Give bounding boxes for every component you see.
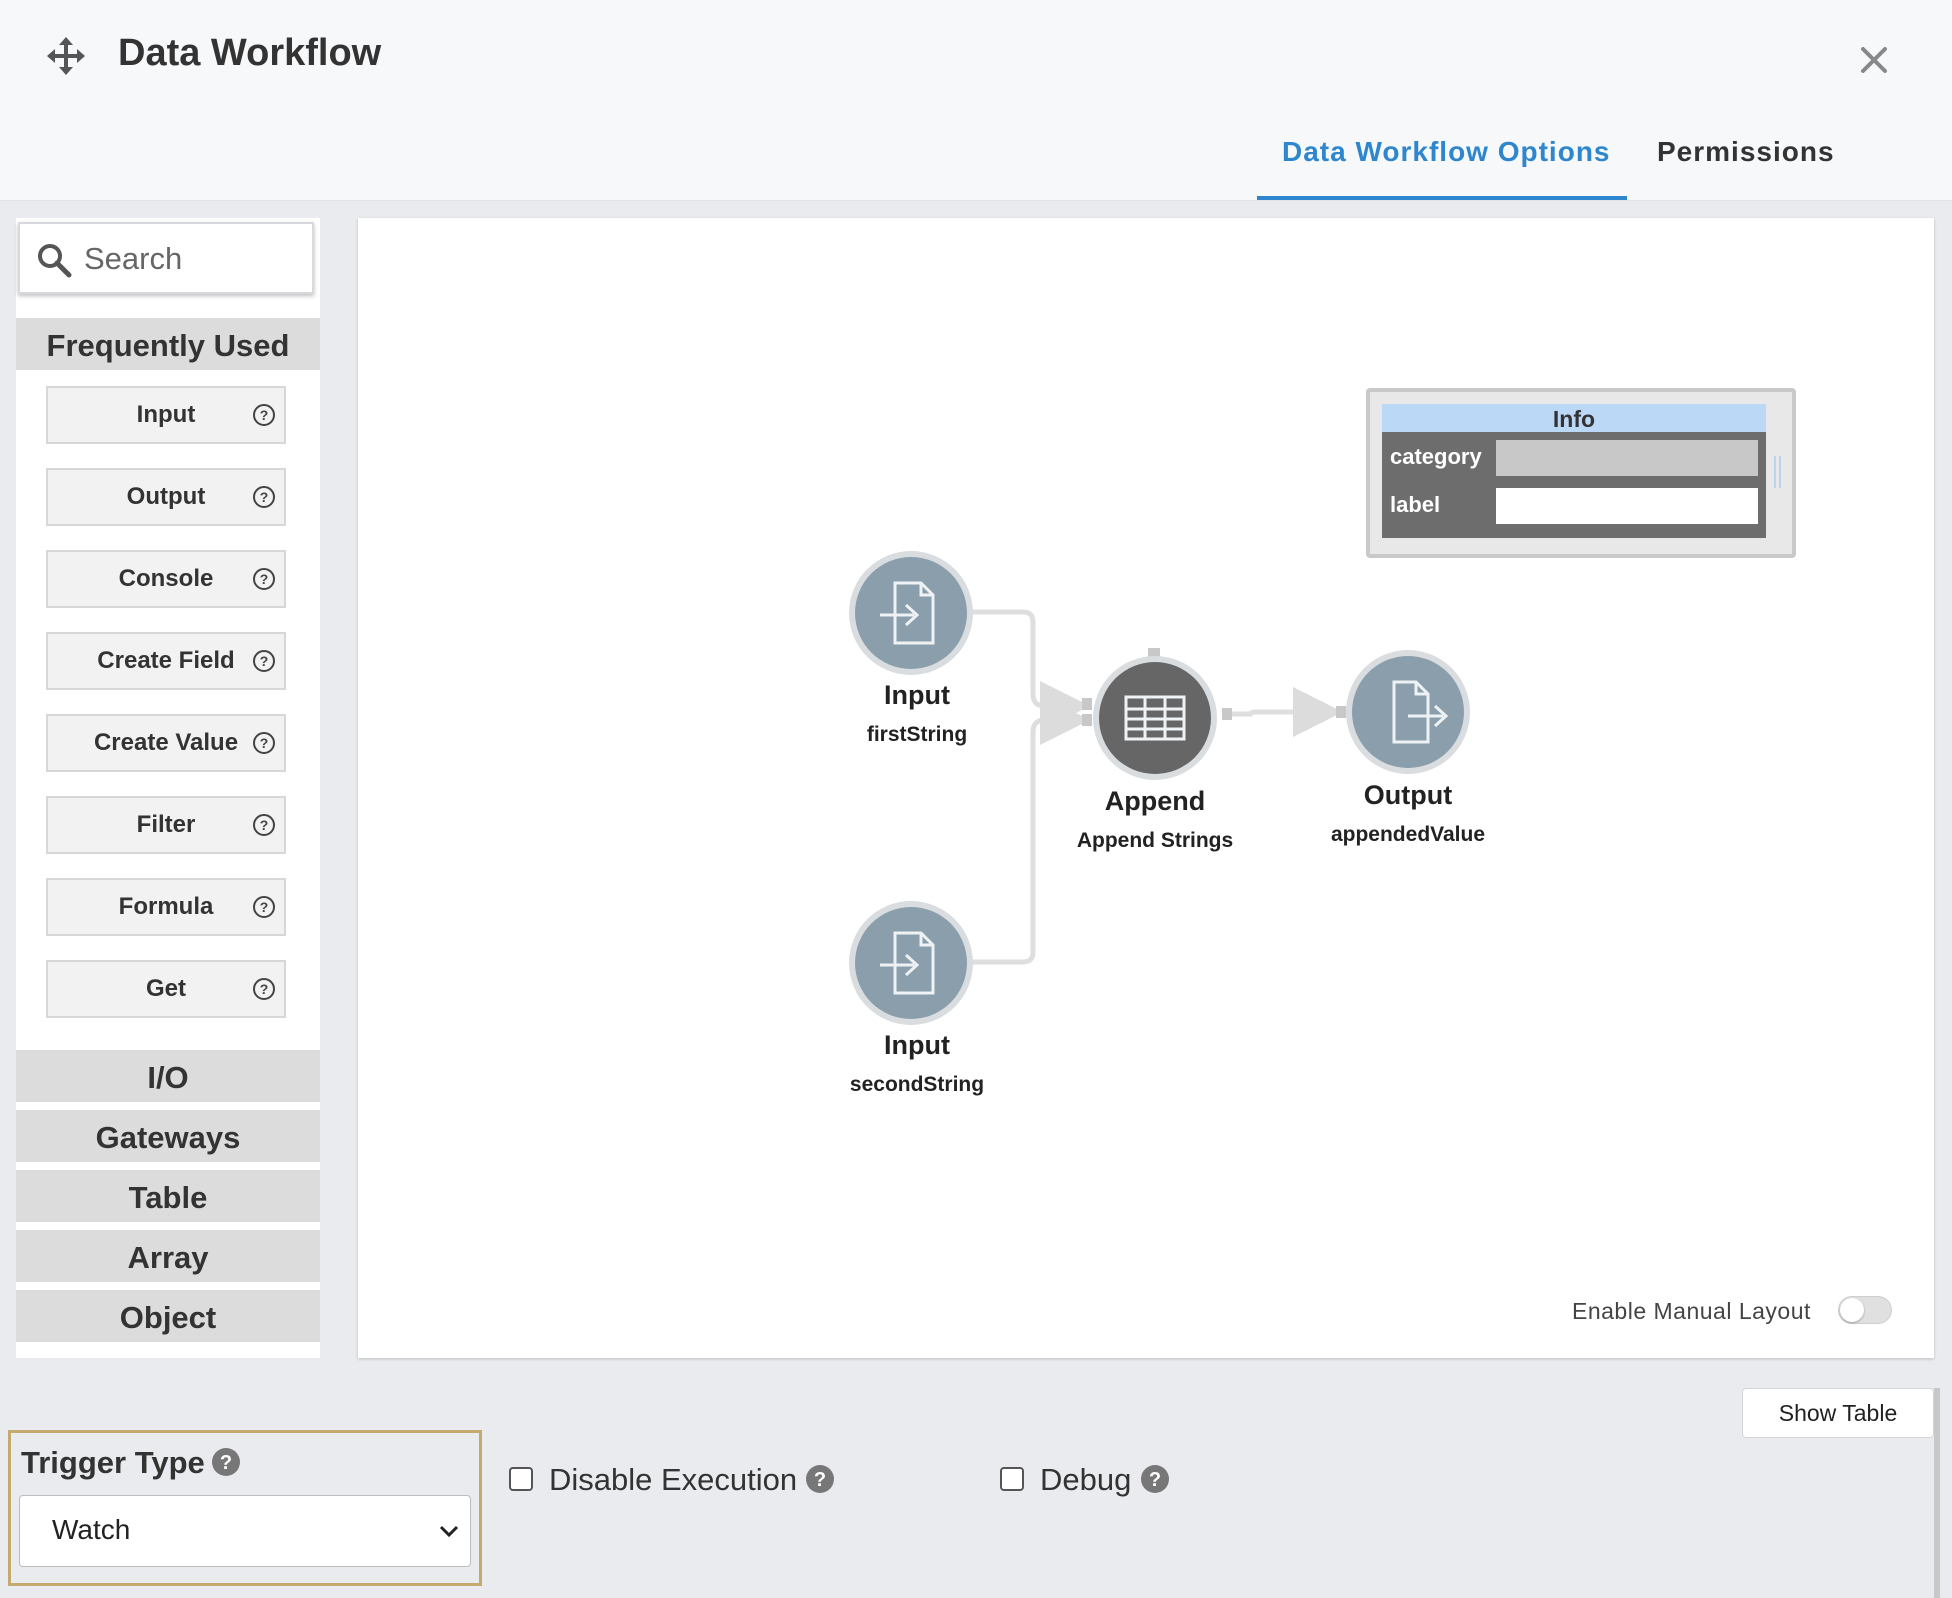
palette-item-label: Create Value (93, 729, 239, 756)
help-icon[interactable]: ? (252, 731, 276, 755)
svg-text:?: ? (260, 653, 269, 669)
svg-text:?: ? (260, 735, 269, 751)
resize-handle[interactable] (1774, 456, 1782, 488)
help-icon[interactable]: ? (252, 977, 276, 1001)
palette-item-output[interactable]: Output? (46, 468, 286, 526)
svg-text:?: ? (260, 489, 269, 505)
palette-item-create-value[interactable]: Create Value? (46, 714, 286, 772)
node-input-first[interactable] (849, 551, 973, 675)
manual-layout-toggle[interactable] (1838, 1296, 1892, 1324)
info-label-field[interactable] (1496, 488, 1758, 524)
tab-permissions[interactable]: Permissions (1657, 136, 1835, 168)
svg-text:?: ? (220, 1452, 232, 1474)
help-icon[interactable]: ? (252, 649, 276, 673)
info-body: category label (1382, 432, 1766, 538)
info-category-field[interactable] (1496, 440, 1758, 476)
help-icon[interactable]: ? (252, 403, 276, 427)
help-icon[interactable]: ? (805, 1464, 835, 1494)
info-label-label: label (1390, 492, 1441, 517)
node-type-label: Input (884, 1030, 950, 1060)
palette-item-filter[interactable]: Filter? (46, 796, 286, 854)
palette-item-formula[interactable]: Formula? (46, 878, 286, 936)
help-icon[interactable]: ? (252, 813, 276, 837)
svg-text:?: ? (260, 571, 269, 587)
trigger-type-group: Trigger Type ? Watch (8, 1430, 482, 1586)
node-name-label: Append Strings (1076, 829, 1234, 852)
toggle-knob (1840, 1298, 1864, 1322)
scrollbar[interactable] (1934, 1388, 1940, 1598)
palette-item-label: Create Field (97, 647, 235, 674)
svg-text:?: ? (814, 1469, 826, 1491)
palette-item-get[interactable]: Get? (46, 960, 286, 1018)
trigger-type-label: Trigger Type (21, 1445, 205, 1480)
svg-text:?: ? (260, 981, 269, 997)
help-icon[interactable]: ? (252, 567, 276, 591)
svg-text:?: ? (260, 899, 269, 915)
palette-item-input[interactable]: Input? (46, 386, 286, 444)
palette-search (18, 222, 314, 294)
section-table[interactable]: Table (16, 1170, 320, 1222)
palette-item-console[interactable]: Console? (46, 550, 286, 608)
palette-item-label: Output (126, 483, 206, 510)
palette-item-label: Formula (118, 893, 214, 920)
node-name-label: secondString (849, 1073, 985, 1096)
move-icon[interactable] (46, 36, 86, 76)
palette-item-create-field[interactable]: Create Field? (46, 632, 286, 690)
debug-label: Debug (1040, 1462, 1132, 1497)
help-icon[interactable]: ? (252, 895, 276, 919)
modal-header: Data Workflow Data Workflow Options Perm… (0, 0, 1952, 201)
active-tab-indicator (1257, 196, 1627, 200)
node-input-second[interactable] (849, 901, 973, 1025)
show-table-button[interactable]: Show Table (1742, 1388, 1934, 1438)
svg-text:?: ? (260, 407, 269, 423)
node-append[interactable] (1093, 656, 1217, 780)
node-output[interactable] (1346, 650, 1470, 774)
svg-text:?: ? (260, 817, 269, 833)
section-i-o[interactable]: I/O (16, 1050, 320, 1102)
info-inspector: Info category label (1366, 388, 1796, 558)
section-array[interactable]: Array (16, 1230, 320, 1282)
palette-item-label: Filter (136, 811, 196, 838)
close-icon[interactable] (1854, 40, 1894, 80)
disable-execution-checkbox[interactable] (509, 1467, 533, 1491)
help-icon[interactable]: ? (252, 485, 276, 509)
info-category-label: category (1390, 444, 1482, 469)
search-icon (38, 244, 72, 278)
info-title: Info (1382, 404, 1766, 432)
node-name-label: appendedValue (1330, 823, 1486, 846)
section-frequently-used[interactable]: Frequently Used (16, 318, 320, 370)
chevron-down-icon (439, 1525, 459, 1538)
edge-append-output[interactable] (1222, 687, 1343, 737)
node-type-label: Append (1104, 786, 1206, 816)
search-input[interactable] (82, 234, 306, 284)
palette-item-label: Get (145, 975, 186, 1002)
trigger-type-select[interactable]: Watch (19, 1495, 471, 1567)
palette-item-label: Console (118, 565, 214, 592)
node-type-label: Input (884, 680, 950, 710)
section-object[interactable]: Object (16, 1290, 320, 1342)
palette-item-label: Input (136, 401, 196, 428)
page-title: Data Workflow (118, 32, 382, 74)
workflow-canvas[interactable]: Input firstString Input secondString App… (358, 218, 1934, 1358)
node-name-label: firstString (866, 723, 968, 746)
tab-data-workflow-options[interactable]: Data Workflow Options (1282, 136, 1611, 168)
manual-layout-label: Enable Manual Layout (1572, 1298, 1811, 1324)
node-type-label: Output (1363, 780, 1453, 810)
disable-execution-label: Disable Execution (549, 1462, 798, 1497)
section-gateways[interactable]: Gateways (16, 1110, 320, 1162)
trigger-type-value: Watch (52, 1514, 131, 1545)
help-icon[interactable]: ? (1140, 1464, 1170, 1494)
debug-checkbox[interactable] (1000, 1467, 1024, 1491)
svg-text:?: ? (1149, 1469, 1161, 1491)
help-icon[interactable]: ? (211, 1447, 241, 1477)
